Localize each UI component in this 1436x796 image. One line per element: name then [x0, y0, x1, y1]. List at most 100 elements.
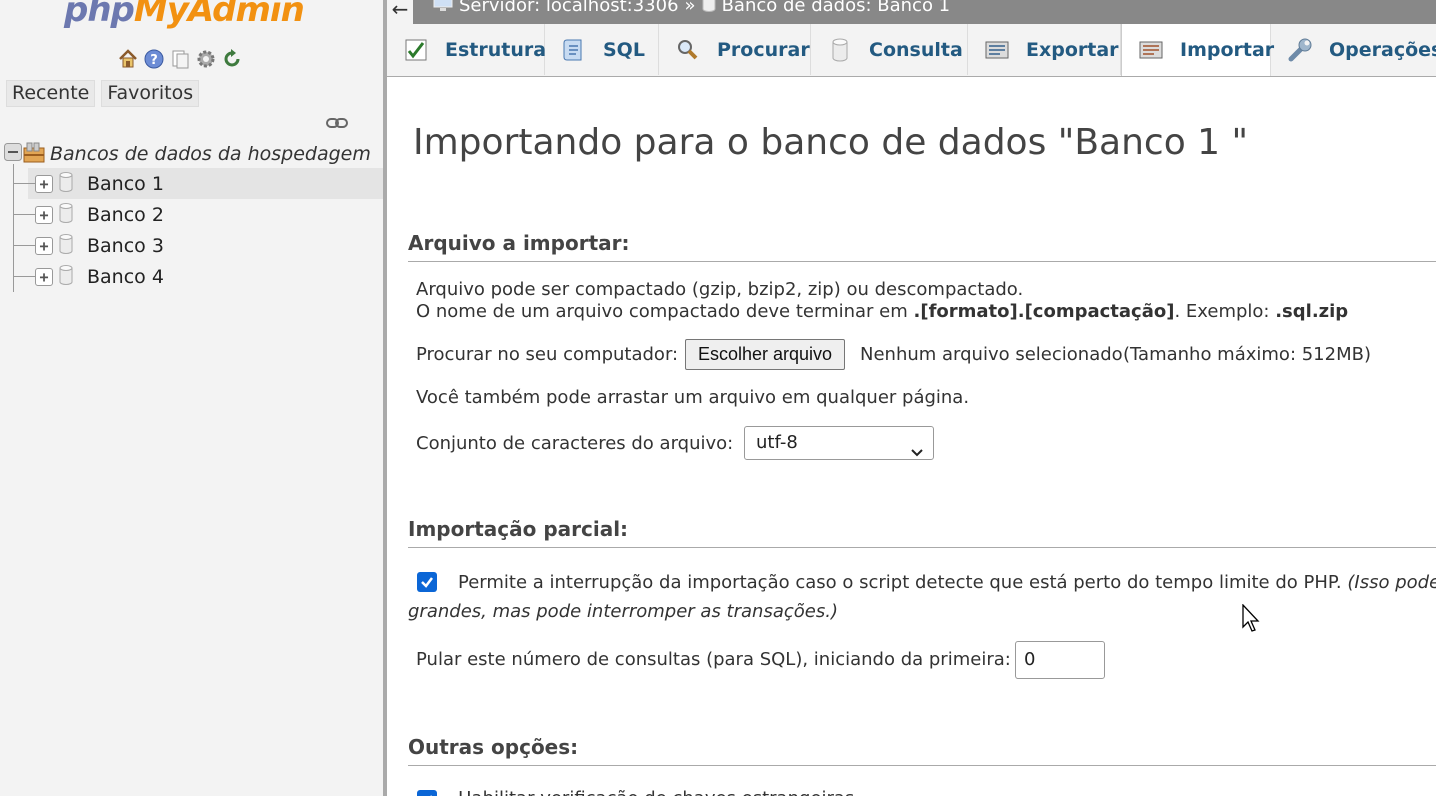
- tab-label: SQL: [603, 38, 645, 61]
- sql-icon: [561, 37, 587, 63]
- breadcrumb: Servidor: localhost:3306 » Banco de dado…: [433, 0, 950, 17]
- tab-label: Procurar: [717, 38, 810, 61]
- tree-branch: [13, 214, 35, 215]
- tree-item-label: Banco 3: [87, 234, 164, 257]
- drag-hint: Você também pode arrastar um arquivo em …: [416, 387, 970, 408]
- tab-operations[interactable]: Operações: [1271, 24, 1436, 75]
- foreign-key-checkbox[interactable]: [417, 790, 437, 796]
- tree-item-banco-3[interactable]: + Banco 3: [13, 230, 383, 261]
- server-icon: [433, 0, 453, 17]
- tree-item-label: Banco 1: [87, 172, 164, 195]
- filename-format-info: O nome de um arquivo compactado deve ter…: [416, 301, 1348, 322]
- tab-label: Estrutura: [445, 38, 547, 61]
- skip-queries-input[interactable]: 0: [1015, 641, 1105, 679]
- allow-interrupt-label: Permite a interrupção da importação caso…: [458, 572, 1436, 593]
- checkmark-icon: [421, 577, 433, 588]
- logo-myadmin-text: MyAdmin: [133, 0, 305, 30]
- tab-label: Exportar: [1026, 38, 1119, 61]
- partial-section-heading: Importação parcial:: [408, 517, 1436, 548]
- breadcrumb-database-link[interactable]: Banco de dados: Banco 1: [722, 0, 951, 16]
- recent-favorites-tabs: Recente Favoritos: [6, 80, 200, 107]
- main-tabs: Estrutura SQL Procurar Consulta Exportar…: [387, 24, 1436, 77]
- favorites-tab[interactable]: Favoritos: [101, 80, 200, 107]
- database-icon: [59, 233, 73, 258]
- format-info-mid: . Exemplo:: [1174, 301, 1276, 322]
- foreign-key-label: Habilitar verificação de chaves estrange…: [458, 788, 854, 796]
- tree-root-databases[interactable]: Bancos de dados da hospedagem: [4, 140, 371, 167]
- expand-icon[interactable]: +: [35, 267, 53, 286]
- expand-icon[interactable]: +: [35, 174, 53, 193]
- tab-label: Importar: [1180, 39, 1275, 61]
- query-icon: [827, 37, 853, 63]
- charset-label: Conjunto de caracteres do arquivo:: [416, 433, 734, 454]
- navigation-panel: phpMyAdmin ? Recente Favoritos Bancos de…: [0, 0, 383, 796]
- format-pattern: .[formato].[compactação]: [913, 301, 1175, 322]
- skip-queries-label: Pular este número de consultas (para SQL…: [416, 649, 1011, 670]
- docs-icon[interactable]: [169, 48, 191, 70]
- chevron-down-icon: [911, 437, 923, 457]
- tree-item-banco-1[interactable]: + Banco 1: [13, 168, 383, 199]
- format-example: .sql.zip: [1275, 301, 1349, 322]
- help-icon[interactable]: ?: [143, 48, 165, 70]
- tree-item-label: Banco 2: [87, 203, 164, 226]
- import-icon: [1138, 37, 1164, 63]
- database-icon: [59, 171, 73, 196]
- breadcrumb-server-link[interactable]: Servidor: localhost:3306: [459, 0, 679, 16]
- format-info-prefix: O nome de um arquivo compactado deve ter…: [416, 301, 914, 322]
- tree-branch: [13, 183, 35, 184]
- breadcrumb-separator: »: [684, 0, 696, 16]
- compression-info: Arquivo pode ser compactado (gzip, bzip2…: [416, 279, 1024, 300]
- breadcrumb-bar: ← Servidor: localhost:3306 » Banco de da…: [387, 0, 1436, 24]
- back-arrow-button[interactable]: ←: [387, 0, 413, 24]
- tree-branch: [13, 245, 35, 246]
- max-size-text: (Tamanho máximo: 512MB): [1123, 344, 1371, 365]
- page-title: Importando para o banco de dados "Banco …: [413, 122, 1249, 163]
- other-options-heading: Outras opções:: [408, 735, 1436, 766]
- allow-interrupt-note-continued: grandes, mas pode interromper as transaç…: [408, 601, 838, 622]
- search-icon: [675, 37, 701, 63]
- browse-label: Procurar no seu computador:: [416, 344, 679, 365]
- database-list: + Banco 1 + Banco 2 + Banco 3 + Banco 4: [13, 168, 383, 292]
- database-icon: [59, 202, 73, 227]
- export-icon: [984, 37, 1010, 63]
- import-page: Importando para o banco de dados "Banco …: [387, 76, 1436, 796]
- navigation-icon-bar: ?: [117, 48, 243, 70]
- tab-query[interactable]: Consulta: [811, 24, 968, 75]
- structure-icon: [403, 37, 429, 63]
- tab-structure[interactable]: Estrutura: [387, 24, 547, 75]
- checkmark-icon: [430, 795, 432, 796]
- database-icon: [702, 0, 716, 17]
- charset-select[interactable]: utf-8: [744, 426, 934, 460]
- file-section-heading: Arquivo a importar:: [408, 231, 1436, 262]
- mouse-cursor-icon: [1242, 603, 1262, 638]
- tree-branch: [13, 276, 35, 277]
- database-icon: [59, 264, 73, 289]
- tab-sql[interactable]: SQL: [545, 24, 659, 75]
- choose-file-button[interactable]: Escolher arquivo: [685, 339, 846, 370]
- tree-item-label: Banco 4: [87, 265, 164, 288]
- charset-value: utf-8: [756, 432, 798, 453]
- tree-item-banco-4[interactable]: + Banco 4: [13, 261, 383, 292]
- expand-icon[interactable]: +: [35, 205, 53, 224]
- allow-interrupt-checkbox[interactable]: [417, 572, 437, 592]
- operations-icon: [1287, 37, 1313, 63]
- tab-search[interactable]: Procurar: [659, 24, 811, 75]
- recent-tab[interactable]: Recente: [6, 80, 96, 107]
- svg-text:?: ?: [150, 53, 158, 68]
- tab-export[interactable]: Exportar: [968, 24, 1121, 75]
- server-databases-icon: [22, 140, 46, 168]
- expand-icon[interactable]: +: [35, 236, 53, 255]
- tree-item-banco-2[interactable]: + Banco 2: [13, 199, 383, 230]
- reload-icon[interactable]: [221, 48, 243, 70]
- collapse-icon[interactable]: [4, 142, 22, 165]
- tab-import[interactable]: Importar: [1121, 24, 1275, 76]
- phpmyadmin-logo[interactable]: phpMyAdmin: [64, 0, 305, 30]
- tab-label: Consulta: [869, 38, 963, 61]
- settings-icon[interactable]: [195, 48, 217, 70]
- tree-root-label: Bancos de dados da hospedagem: [50, 142, 371, 165]
- logo-php-text: php: [64, 0, 135, 30]
- allow-interrupt-note: (Isso pode ser: [1347, 572, 1436, 593]
- home-icon[interactable]: [117, 48, 139, 70]
- allow-interrupt-text: Permite a interrupção da importação caso…: [458, 572, 1342, 593]
- link-with-main-panel-icon[interactable]: [326, 114, 348, 128]
